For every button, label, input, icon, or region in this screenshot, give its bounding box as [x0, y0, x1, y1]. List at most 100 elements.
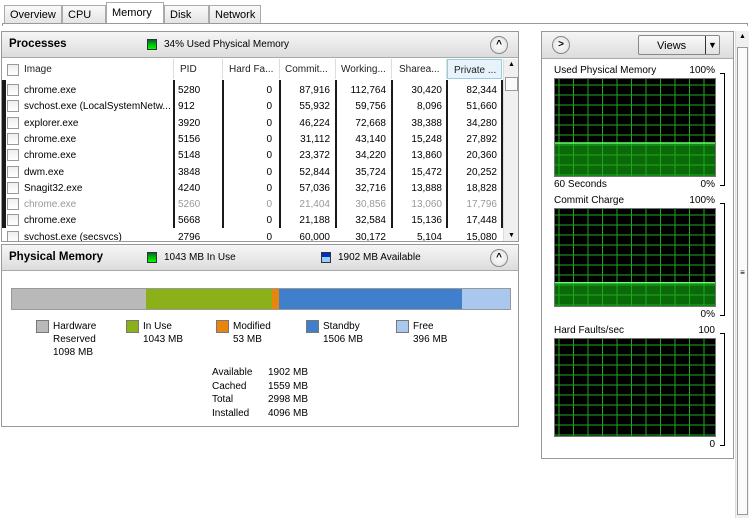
- scroll-up-arrow[interactable]: ▲: [739, 33, 746, 40]
- graph-min-label: 0%: [700, 179, 715, 190]
- cell-image: Snagit32.exe: [24, 182, 83, 194]
- legend-item: Free 396 MB: [396, 320, 447, 346]
- expand-graphs-button[interactable]: >: [552, 36, 570, 54]
- cell-pid: 3920: [178, 117, 201, 129]
- memory-segment-free: [461, 289, 510, 309]
- row-checkbox[interactable]: [7, 132, 19, 145]
- views-dropdown[interactable]: Views ▼: [638, 35, 720, 55]
- legend-value: 1098 MB: [53, 347, 94, 358]
- row-checkbox[interactable]: [7, 165, 19, 178]
- collapse-physical-memory-button[interactable]: ^: [490, 249, 508, 267]
- cell-commit: 46,224: [299, 117, 330, 129]
- tab-overview[interactable]: Overview: [4, 5, 62, 23]
- cell-image: dwm.exe: [24, 166, 65, 178]
- cell-pid: 5260: [178, 199, 201, 211]
- scroll-thumb[interactable]: ≡: [737, 47, 748, 515]
- scroll-down-arrow[interactable]: ▼: [508, 232, 515, 239]
- column-working-set[interactable]: Working...: [336, 59, 392, 79]
- row-checkbox[interactable]: [7, 116, 19, 129]
- memory-segment-in-use: [145, 289, 273, 309]
- graph-title: Commit Charge: [554, 195, 625, 206]
- legend-swatch: [36, 320, 49, 333]
- cell-private: 20,360: [466, 150, 497, 162]
- summary-value: 4096 MB: [268, 407, 309, 419]
- row-checkbox[interactable]: [7, 181, 19, 194]
- cell-private: 34,280: [466, 117, 497, 129]
- cell-commit: 23,372: [299, 150, 330, 162]
- legend-item: Hardware Reserved 1098 MB: [36, 320, 96, 359]
- cell-image: svchost.exe (secsvcs): [24, 231, 122, 242]
- row-checkbox[interactable]: [7, 198, 19, 211]
- row-checkbox[interactable]: [7, 230, 19, 241]
- column-separator: [222, 80, 224, 228]
- cell-shareable: 15,472: [411, 166, 442, 178]
- processes-scrollbar[interactable]: ▲ ▼: [503, 59, 518, 241]
- graph-scale-bracket: [720, 73, 725, 186]
- cell-private: 51,660: [466, 101, 497, 113]
- cell-commit: 21,404: [299, 199, 330, 211]
- tab-disk[interactable]: Disk: [164, 5, 209, 23]
- process-row[interactable]: explorer.exe 3920 0 46,224 72,668 38,388 34,28…: [2, 115, 502, 131]
- cell-commit: 60,000: [299, 231, 330, 242]
- column-hard-faults[interactable]: Hard Fa...: [223, 59, 280, 79]
- tab-cpu[interactable]: CPU: [62, 5, 106, 23]
- process-row[interactable]: chrome.exe 5260 0 21,404 30,856 13,060 17,796: [2, 196, 502, 212]
- legend-name: In Use: [143, 321, 172, 332]
- dropdown-arrow-icon: ▼: [705, 36, 719, 54]
- row-checkbox[interactable]: [7, 214, 19, 227]
- scroll-thumb[interactable]: [505, 77, 518, 91]
- graph-scale-bracket: [720, 333, 725, 446]
- process-row[interactable]: svchost.exe (secsvcs) 2796 0 60,000 30,172 5,…: [2, 229, 502, 242]
- physical-memory-header[interactable]: Physical Memory 1043 MB In Use 1902 MB A…: [2, 245, 518, 271]
- process-row[interactable]: dwm.exe 3848 0 52,844 35,724 15,472 20,252: [2, 164, 502, 180]
- processes-title: Processes: [9, 38, 67, 50]
- in-use-icon: [147, 252, 157, 263]
- process-row[interactable]: chrome.exe 5148 0 23,372 34,220 13,860 20,360: [2, 147, 502, 163]
- memory-meter-icon: [147, 39, 157, 50]
- process-row[interactable]: chrome.exe 5156 0 31,112 43,140 15,248 27,892: [2, 131, 502, 147]
- graph-time-span: 60 Seconds: [554, 179, 607, 190]
- memory-composition-bar: [11, 288, 511, 310]
- cell-shareable: 13,888: [411, 182, 442, 194]
- cell-hard: 0: [266, 231, 272, 242]
- scroll-up-arrow[interactable]: ▲: [508, 61, 515, 68]
- cell-hard: 0: [266, 182, 272, 194]
- cell-hard: 0: [266, 215, 272, 227]
- legend-swatch: [306, 320, 319, 333]
- cell-working: 32,584: [355, 215, 386, 227]
- process-row[interactable]: chrome.exe 5280 0 87,916 112,764 30,420 82,344: [2, 82, 502, 98]
- column-image[interactable]: Image: [24, 59, 174, 79]
- tab-memory[interactable]: Memory: [106, 2, 164, 24]
- process-row[interactable]: svchost.exe (LocalSystemNetw... 912 0 55,93…: [2, 98, 502, 114]
- tab-network[interactable]: Network: [209, 5, 261, 23]
- column-private[interactable]: Private ...: [447, 59, 502, 79]
- legend-name: Hardware Reserved: [53, 321, 97, 345]
- legend-swatch: [396, 320, 409, 333]
- graphs-header: > Views ▼: [542, 32, 733, 59]
- row-checkbox[interactable]: [7, 149, 19, 162]
- process-row[interactable]: chrome.exe 5668 0 21,188 32,584 15,136 17,448: [2, 212, 502, 228]
- cell-private: 18,828: [466, 182, 497, 194]
- processes-header[interactable]: Processes 34% Used Physical Memory ^: [2, 32, 518, 58]
- collapse-processes-button[interactable]: ^: [490, 36, 508, 54]
- cell-pid: 2796: [178, 231, 201, 242]
- summary-row: Total 2998 MB: [212, 393, 308, 407]
- legend-name: Free: [413, 321, 434, 332]
- column-pid[interactable]: PID: [174, 59, 223, 79]
- row-checkbox[interactable]: [7, 84, 19, 96]
- side-scrollbar[interactable]: ▲ ≡: [735, 31, 749, 518]
- cell-hard: 0: [266, 117, 272, 129]
- cell-hard: 0: [266, 133, 272, 145]
- process-row[interactable]: Snagit32.exe 4240 0 57,036 32,716 13,888 18,82…: [2, 180, 502, 196]
- column-shareable[interactable]: Sharea...: [392, 59, 447, 79]
- legend-item: In Use 1043 MB: [126, 320, 183, 346]
- column-commit[interactable]: Commit...: [280, 59, 336, 79]
- row-checkbox[interactable]: [7, 100, 19, 113]
- graph-title: Used Physical Memory: [554, 65, 657, 76]
- views-label: Views: [657, 40, 687, 52]
- cell-pid: 5148: [178, 150, 201, 162]
- select-all-checkbox[interactable]: [7, 64, 19, 76]
- physical-memory-panel: Physical Memory 1043 MB In Use 1902 MB A…: [1, 244, 519, 427]
- column-separator: [335, 80, 337, 228]
- cell-shareable: 15,136: [411, 215, 442, 227]
